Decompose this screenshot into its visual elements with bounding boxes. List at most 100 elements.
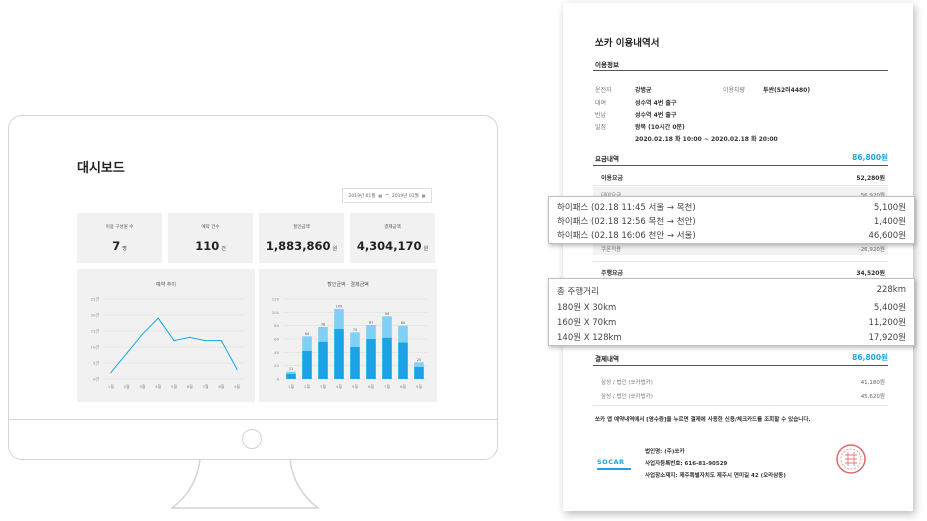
card-unit: 명 — [122, 245, 127, 252]
info-value: 강병균 — [635, 87, 652, 94]
socar-logo: SOCAR — [597, 458, 631, 470]
stat-card-members: 이용 구성원 수 7명 — [77, 213, 162, 263]
usage-receipt: 쏘카 이용내역서 이용정보 운전자 강병균 이용차량 투싼(52러4480) 대… — [563, 3, 913, 511]
stat-card-discount: 할인금액 1,883,860 원 — [259, 213, 344, 263]
distance-detail-callout: 총 주행거리 228km 180원 X 30km 5,400원 160원 X 7… — [548, 278, 915, 346]
bar-segment — [382, 316, 392, 338]
bar-segment — [366, 339, 376, 379]
toll-row: 하이패스 (02.18 12:56 목천 → 천안) 1,400원 — [557, 215, 906, 227]
y-tick-label: 0건 — [93, 377, 99, 382]
company-line: 사업장소재지: 제주특별자치도 제주시 연미길 42 (오라삼동) — [645, 473, 786, 479]
x-tick-label: 2월 — [304, 384, 310, 389]
x-tick-label: 6월 — [187, 384, 193, 389]
data-point — [236, 368, 238, 370]
date-separator: ~ — [385, 193, 389, 198]
bar-segment — [414, 367, 424, 379]
fee-row-value: -26,920원 — [858, 247, 885, 253]
stat-card-payment: 결제금액 4,304,170 원 — [350, 213, 435, 263]
divider — [593, 405, 888, 406]
fee-row-value: 34,520원 — [856, 270, 885, 277]
x-tick-label: 1월 — [108, 384, 114, 389]
distance-row: 총 주행거리 228km — [557, 285, 906, 297]
toll-value: 5,100원 — [873, 203, 906, 213]
power-button-icon — [242, 429, 262, 449]
x-tick-label: 8월 — [400, 384, 406, 389]
bar-chart-svg: 0 20 40 60 80 100 120 1월 2월 3월 4월 5월 6월 7월 8월 9월 11 64 78 1… — [272, 297, 427, 389]
monitor-frame: 대시보드 2019년 01월 ▦ ~ 2019년 01월 ▦ 이용 구성원 수 … — [8, 115, 498, 460]
fee-row-value: 52,280원 — [856, 175, 885, 182]
distance-row: 180원 X 30km 5,400원 — [557, 301, 906, 313]
y-tick-label: 20건 — [91, 313, 100, 318]
discount-payment-chart: 할인금액 · 결제금액 0 20 40 60 80 100 120 1월 2월 3월 4월 5월 6월 7… — [259, 269, 437, 402]
y-tick-label: 60 — [274, 337, 279, 342]
distance-row: 160원 X 70km 11,200원 — [557, 316, 906, 328]
bar-segment — [334, 309, 344, 329]
y-tick-label: 20 — [274, 363, 279, 368]
y-tick-label: 100 — [272, 310, 280, 315]
x-tick-label: 9월 — [234, 384, 240, 389]
bar-data-label: 11 — [289, 367, 293, 371]
date-range-picker[interactable]: 2019년 01월 ▦ ~ 2019년 01월 ▦ — [342, 188, 432, 203]
bar-segment — [350, 347, 360, 379]
y-tick-label: 25건 — [91, 297, 100, 302]
calendar-icon[interactable]: ▦ — [378, 193, 382, 198]
dashboard-screen: 대시보드 2019년 01월 ▦ ~ 2019년 01월 ▦ 이용 구성원 수 … — [39, 133, 469, 425]
x-tick-label: 9월 — [416, 384, 422, 389]
date-to[interactable]: 2019년 01월 — [392, 193, 419, 199]
bar-data-label: 80 — [401, 321, 405, 325]
logo-underline — [597, 468, 631, 470]
schedule-value: 2020.02.18 화 10:00 ~ 2020.02.18 화 20:00 — [635, 136, 778, 143]
info-value: 성수역 4번 출구 — [635, 112, 677, 119]
x-tick-label: 1월 — [288, 384, 294, 389]
monitor-chin-divider — [9, 419, 497, 420]
bar-segment — [302, 351, 312, 379]
distance-value: 11,200원 — [868, 318, 906, 328]
bar-segment — [382, 337, 392, 379]
payment-row-label: 삼성 / 법인 (쏘카법카) — [601, 394, 653, 400]
card-value: 110 — [195, 238, 220, 253]
divider — [593, 165, 888, 166]
calendar-icon[interactable]: ▦ — [422, 193, 426, 198]
logo-text: SOCAR — [597, 458, 625, 466]
bar-segment — [398, 325, 408, 343]
data-point — [189, 336, 191, 338]
data-point — [173, 340, 175, 342]
payment-row-value: 41,180원 — [860, 380, 885, 386]
bar-data-label: 105 — [336, 305, 342, 309]
bar-segment — [302, 336, 312, 351]
card-unit: 건 — [221, 245, 226, 252]
data-point — [204, 340, 207, 342]
x-tick-label: 7월 — [203, 384, 209, 389]
bar-data-label: 25 — [417, 358, 421, 362]
x-tick-label: 7월 — [384, 384, 390, 389]
company-line: 사업자등록번호: 616-81-90529 — [645, 461, 728, 467]
y-tick-label: 80 — [274, 323, 279, 328]
bar-data-label: 94 — [385, 312, 389, 316]
distance-label: 총 주행거리 — [557, 287, 599, 297]
info-label: 운전자 — [595, 87, 612, 94]
divider — [593, 261, 888, 262]
payment-row-label: 삼성 / 법인 (쏘카법카) — [601, 380, 653, 386]
card-label: 이용 구성원 수 — [105, 224, 134, 230]
divider — [593, 365, 888, 366]
info-value: 왕복 (10시간 0분) — [635, 124, 685, 131]
divider — [593, 185, 888, 186]
y-tick-label: 0 — [277, 377, 280, 382]
usage-info-heading: 이용정보 — [595, 61, 619, 69]
payment-total: 86,800원 — [852, 353, 888, 362]
distance-label: 180원 X 30km — [557, 303, 617, 313]
card-value: 4,304,170 — [356, 238, 422, 253]
divider — [593, 70, 888, 71]
card-value: 7 — [112, 238, 121, 253]
x-tick-label: 4월 — [155, 384, 161, 389]
bar-data-label: 70 — [353, 328, 357, 332]
toll-row: 하이패스 (02.18 11:45 서울 → 목천) 5,100원 — [557, 201, 906, 213]
bar-data-label: 78 — [321, 323, 325, 327]
car-label: 이용차량 — [723, 87, 746, 94]
bar-segment — [366, 325, 376, 339]
bar-segment — [286, 371, 296, 374]
x-tick-label: 3월 — [320, 384, 326, 389]
x-tick-label: 5월 — [171, 384, 177, 389]
date-from[interactable]: 2019년 01월 — [348, 193, 375, 199]
distance-value: 17,920원 — [868, 333, 906, 343]
